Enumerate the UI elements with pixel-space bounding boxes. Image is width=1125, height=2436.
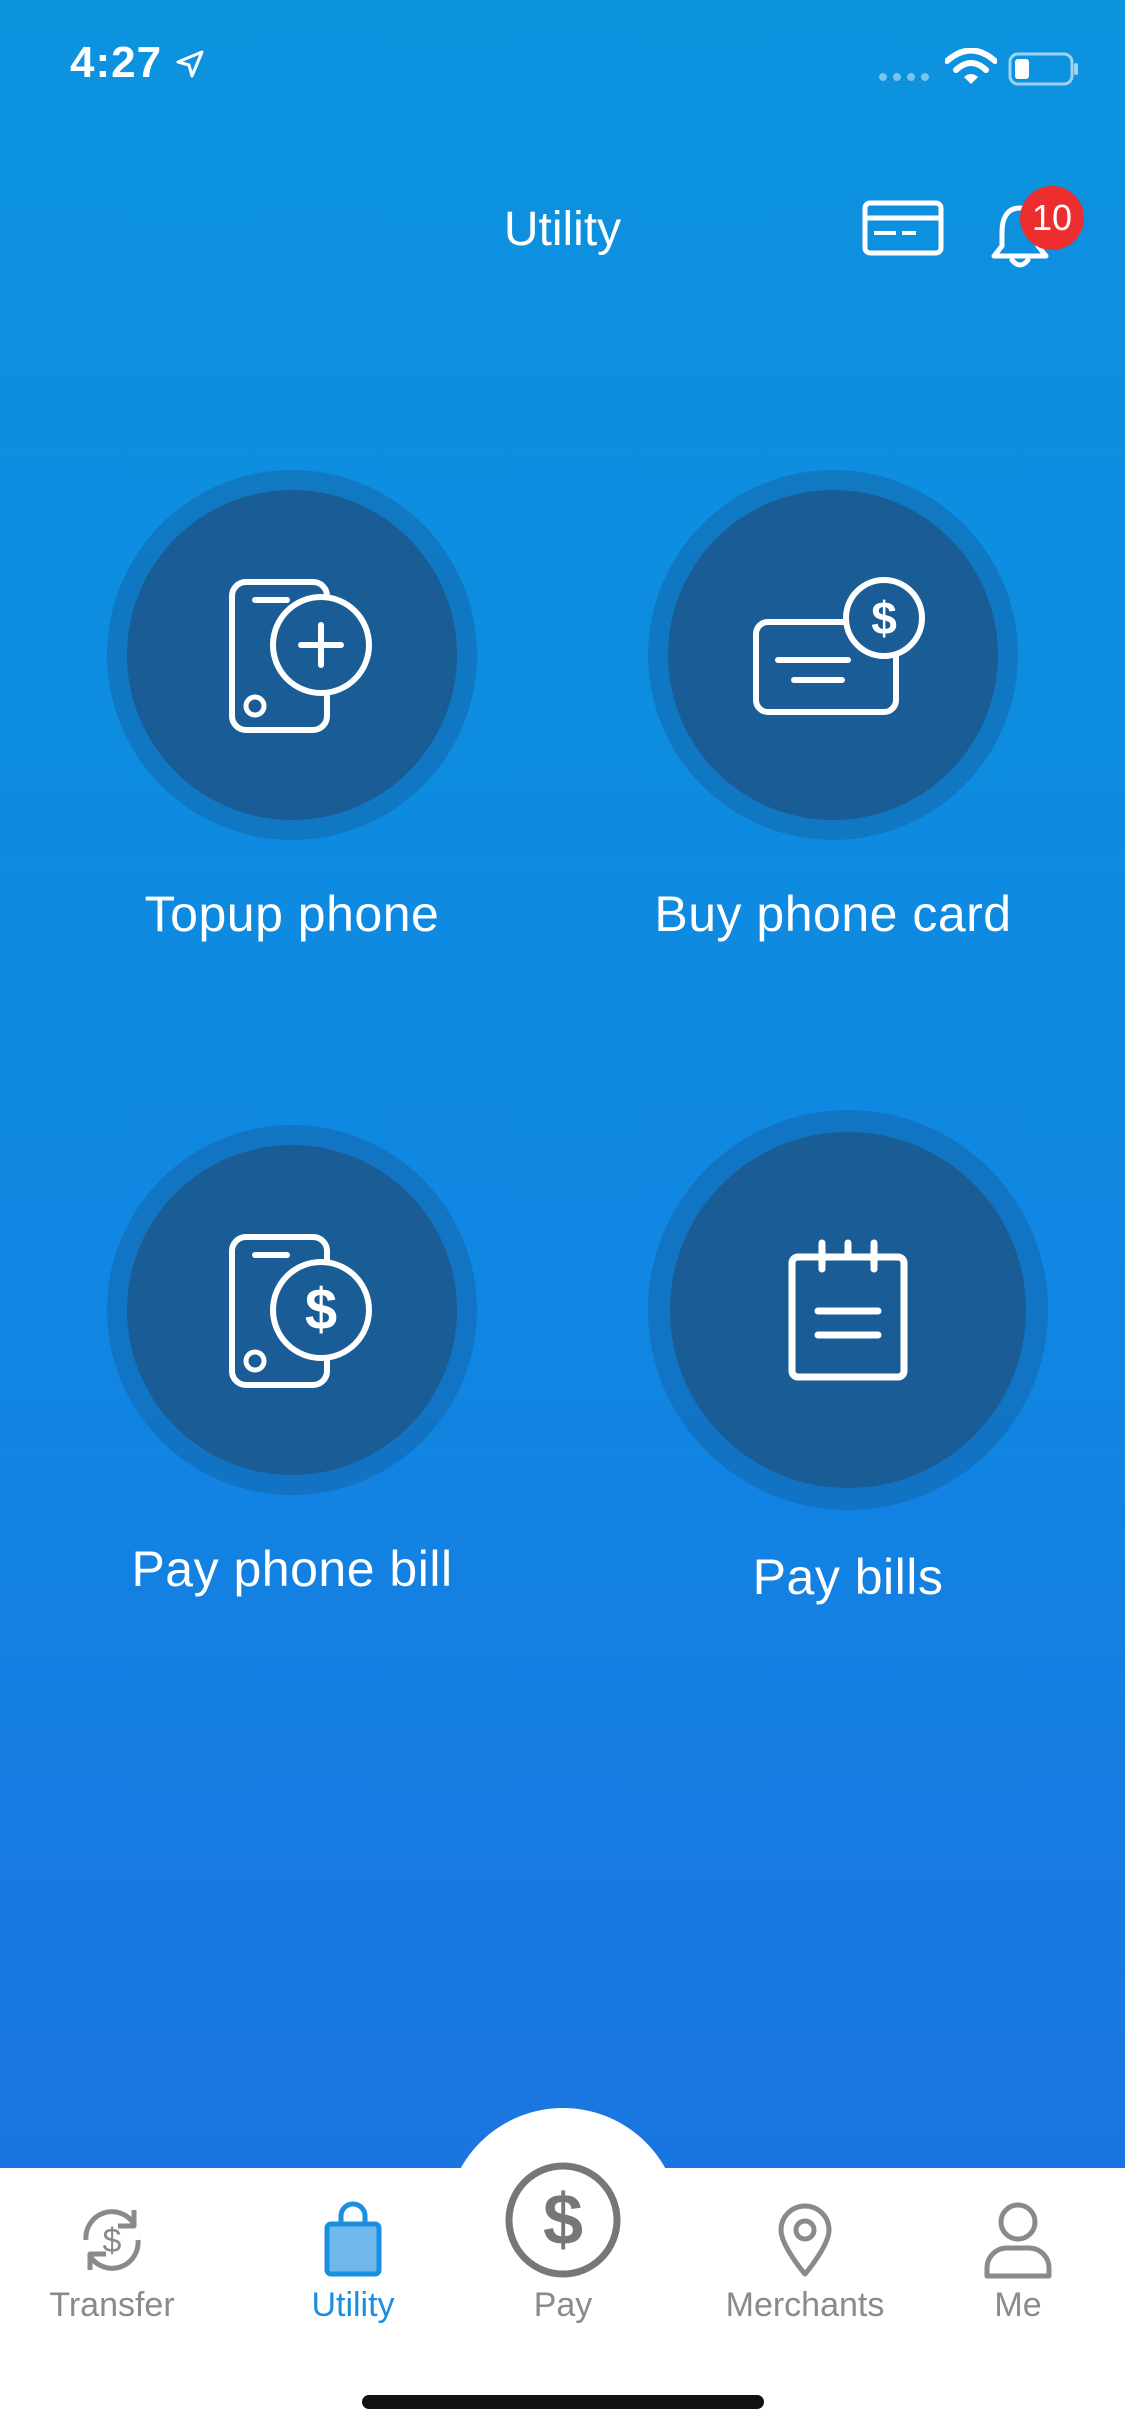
phone-dollar-icon: $	[229, 1234, 372, 1388]
page-title: Utility	[503, 203, 622, 256]
clipboard-icon	[788, 1239, 908, 1381]
tab-label: Pay	[533, 2286, 593, 2324]
location-pin-icon	[778, 2203, 832, 2277]
tab-merchants[interactable]: Merchants	[705, 2180, 905, 2325]
home-indicator[interactable]	[362, 2395, 764, 2409]
tile-circle	[107, 470, 477, 840]
tab-label: Merchants	[725, 2286, 885, 2324]
header: Utility 10	[0, 170, 1125, 290]
tile-label: Pay phone bill	[131, 1541, 453, 1597]
tab-utility[interactable]: Utility	[253, 2180, 453, 2325]
card-dollar-icon: $	[753, 577, 925, 715]
tile-pay-bills[interactable]: Pay bills	[588, 1110, 1108, 1606]
status-time: 4:27	[70, 38, 163, 87]
notification-button[interactable]: 10	[990, 186, 1084, 280]
tile-circle: $	[648, 470, 1018, 840]
tab-transfer[interactable]: $ Transfer	[12, 2180, 212, 2325]
notification-badge: 10	[1020, 186, 1084, 250]
location-arrow-icon	[176, 50, 204, 78]
signal-icon	[879, 73, 929, 81]
card-icon[interactable]	[862, 200, 944, 256]
dollar-circle-icon: $	[505, 2162, 621, 2278]
tile-topup-phone[interactable]: Topup phone	[32, 470, 552, 943]
tile-buy-phone-card[interactable]: $ Buy phone card	[573, 470, 1093, 943]
tile-label: Pay bills	[752, 1549, 944, 1605]
tab-label: Utility	[311, 2286, 395, 2324]
svg-text:$: $	[305, 1277, 337, 1342]
tile-circle	[648, 1110, 1048, 1510]
status-bar: 4:27	[0, 0, 1125, 130]
tile-pay-phone-bill[interactable]: $ Pay phone bill	[32, 1125, 552, 1598]
transfer-icon: $	[83, 2209, 141, 2271]
svg-text:$: $	[103, 2222, 122, 2260]
tab-label: Me	[994, 2286, 1042, 2324]
tab-pay[interactable]: $ Pay	[463, 2162, 663, 2325]
tile-label: Topup phone	[144, 886, 440, 942]
phone-plus-icon	[229, 579, 372, 733]
battery-icon	[1008, 52, 1078, 86]
shopping-bag-icon	[324, 2201, 382, 2277]
tab-label: Transfer	[49, 2286, 175, 2324]
svg-text:$: $	[871, 592, 897, 644]
tile-label: Buy phone card	[654, 886, 1012, 942]
tab-me[interactable]: Me	[918, 2180, 1118, 2325]
svg-text:$: $	[543, 2180, 583, 2260]
tile-circle: $	[107, 1125, 477, 1495]
person-icon	[984, 2202, 1052, 2279]
wifi-icon	[945, 48, 997, 84]
